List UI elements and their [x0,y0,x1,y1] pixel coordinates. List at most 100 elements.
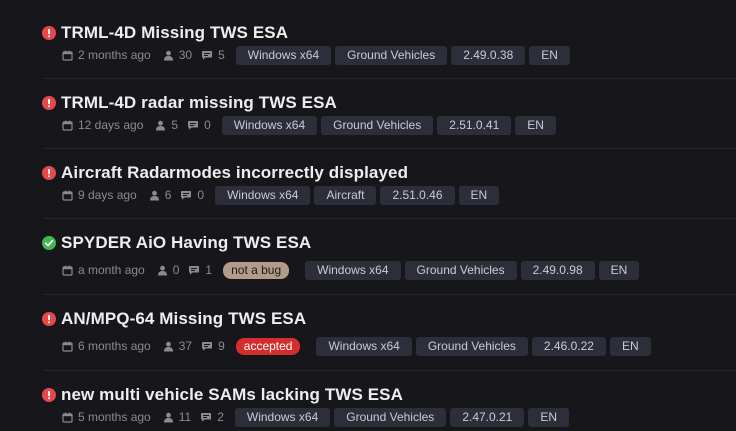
issue-participants: 37 [163,339,192,353]
exclamation-circle-icon [42,166,56,180]
category-tag[interactable]: Ground Vehicles [335,45,448,65]
category-tag[interactable]: Aircraft [314,185,377,205]
comment-icon [188,120,199,130]
platform-tag[interactable]: Windows x64 [235,45,332,65]
comment-icon [189,265,200,275]
issue-list: TRML-4D Missing TWS ESA 2 months ago 30 … [0,0,736,431]
issue-time: a month ago [78,263,145,277]
issue-meta: 5 months ago 11 2 Windows x64 Ground Veh… [42,407,736,427]
issue-title-row: TRML-4D radar missing TWS ESA [42,92,736,114]
version-tag[interactable]: 2.51.0.46 [380,185,455,205]
version-tag[interactable]: 2.49.0.98 [520,260,595,280]
issue-item[interactable]: TRML-4D radar missing TWS ESA 12 days ag… [0,92,736,135]
comment-count: 0 [204,118,211,132]
divider [44,218,736,219]
issue-time: 6 months ago [78,339,151,353]
participant-count: 37 [178,339,193,353]
issue-meta: 6 months ago 37 9 accepted Windows x64 G… [42,334,736,358]
issue-comments: 0 [187,118,211,132]
issue-meta: 2 months ago 30 5 Windows x64 Ground Veh… [42,45,736,65]
participant-count: 0 [172,263,180,277]
user-icon [163,341,173,351]
issue-comments: 5 [201,48,225,62]
issue-title[interactable]: TRML-4D Missing TWS ESA [61,23,288,43]
comment-count: 2 [217,410,224,424]
issue-meta: a month ago 0 1 not a bug Windows x64 Gr… [42,258,736,282]
divider [44,78,736,79]
issue-meta: 9 days ago 6 0 Windows x64 Aircraft 2.51… [42,185,736,205]
calendar-icon [62,50,73,61]
comment-icon [202,50,213,60]
issue-comments: 2 [200,410,224,424]
participant-count: 6 [164,188,172,202]
comment-count: 5 [218,48,225,62]
issue-comments: 9 [201,339,225,353]
participant-count: 5 [171,118,179,132]
issue-title[interactable]: TRML-4D radar missing TWS ESA [61,93,337,113]
language-tag[interactable]: EN [529,45,570,65]
version-tag[interactable]: 2.49.0.38 [451,45,526,65]
language-tag[interactable]: EN [528,407,570,427]
participant-count: 11 [178,410,192,424]
issue-date: a month ago [62,263,145,277]
divider [44,370,736,371]
version-tag[interactable]: 2.51.0.41 [437,115,512,135]
calendar-icon [62,412,73,423]
comment-count: 1 [205,263,213,277]
issue-item[interactable]: SPYDER AiO Having TWS ESA a month ago 0 … [0,232,736,282]
issue-title[interactable]: SPYDER AiO Having TWS ESA [61,233,311,253]
issue-participants: 30 [163,48,192,62]
language-tag[interactable]: EN [609,336,651,356]
issue-participants: 6 [149,188,172,202]
calendar-icon [62,265,73,276]
check-circle-icon [42,236,56,250]
issue-title[interactable]: AN/MPQ-64 Missing TWS ESA [61,309,306,329]
issue-item[interactable]: TRML-4D Missing TWS ESA 2 months ago 30 … [0,22,736,65]
category-tag[interactable]: Ground Vehicles [404,260,517,280]
exclamation-circle-icon [42,26,56,40]
platform-tag[interactable]: Windows x64 [234,407,331,427]
version-tag[interactable]: 2.47.0.21 [450,407,525,427]
exclamation-circle-icon [42,96,56,110]
issue-title-row: new multi vehicle SAMs lacking TWS ESA [42,384,736,406]
issue-time: 12 days ago [78,118,144,132]
issue-title-row: SPYDER AiO Having TWS ESA [42,232,736,254]
category-tag[interactable]: Ground Vehicles [321,115,434,135]
user-icon [149,190,159,200]
exclamation-circle-icon [42,388,56,402]
platform-tag[interactable]: Windows x64 [221,115,318,135]
language-tag[interactable]: EN [458,185,500,205]
calendar-icon [62,190,73,201]
divider [44,294,736,295]
language-tag[interactable]: EN [598,260,640,280]
issue-time: 9 days ago [78,188,137,202]
comment-icon [202,341,213,351]
issue-participants: 5 [155,118,178,132]
issue-title-row: Aircraft Radarmodes incorrectly displaye… [42,162,736,184]
issue-title[interactable]: new multi vehicle SAMs lacking TWS ESA [61,385,403,405]
platform-tag[interactable]: Windows x64 [316,336,412,356]
version-tag[interactable]: 2.46.0.22 [531,336,606,356]
issue-item[interactable]: AN/MPQ-64 Missing TWS ESA 6 months ago 3… [0,308,736,358]
category-tag[interactable]: Ground Vehicles [334,407,447,427]
comment-count: 9 [218,339,225,353]
divider [44,148,736,149]
user-icon [163,50,173,60]
category-tag[interactable]: Ground Vehicles [415,336,528,356]
user-icon [156,120,166,130]
issue-date: 12 days ago [62,118,143,132]
issue-date: 6 months ago [62,339,151,353]
comment-icon [201,412,212,422]
issue-time: 5 months ago [78,410,151,424]
calendar-icon [62,120,73,131]
platform-tag[interactable]: Windows x64 [305,260,401,280]
issue-date: 2 months ago [62,48,151,62]
issue-comments: 1 [188,263,212,277]
issue-item[interactable]: new multi vehicle SAMs lacking TWS ESA 5… [0,384,736,427]
participant-count: 30 [178,48,193,62]
language-tag[interactable]: EN [515,115,556,135]
issue-item[interactable]: Aircraft Radarmodes incorrectly displaye… [0,162,736,205]
user-icon [157,265,167,275]
platform-tag[interactable]: Windows x64 [215,185,311,205]
issue-title[interactable]: Aircraft Radarmodes incorrectly displaye… [61,163,408,183]
